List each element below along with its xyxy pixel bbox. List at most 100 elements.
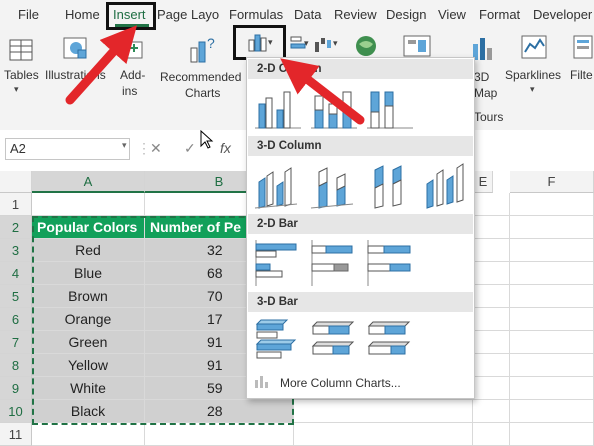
clustered-column-icon bbox=[255, 91, 301, 129]
stacked-column-icon bbox=[311, 91, 357, 129]
3d-100-stacked-bar-option[interactable] bbox=[365, 316, 415, 368]
recommended-charts-label-line1[interactable]: Recommended bbox=[160, 70, 241, 84]
empty-cell[interactable] bbox=[473, 308, 510, 331]
pivotchart-icon[interactable] bbox=[402, 34, 432, 58]
more-charts-icon[interactable] bbox=[253, 374, 271, 390]
empty-cell[interactable] bbox=[145, 423, 294, 446]
row-header-4[interactable]: 4 bbox=[0, 262, 32, 285]
3d-column-option[interactable] bbox=[421, 160, 471, 212]
3d-clustered-bar-option[interactable] bbox=[253, 316, 303, 368]
sparklines-label[interactable]: Sparklines bbox=[505, 68, 561, 82]
empty-cell[interactable] bbox=[32, 193, 145, 216]
sparklines-icon[interactable] bbox=[520, 34, 548, 60]
filters-label[interactable]: Filte bbox=[570, 68, 593, 82]
select-all-corner[interactable] bbox=[0, 171, 32, 193]
empty-cell[interactable] bbox=[510, 423, 594, 446]
recommended-charts-icon[interactable]: ? bbox=[188, 34, 218, 64]
addins-icon[interactable] bbox=[124, 38, 146, 62]
3d-stacked-column-option[interactable] bbox=[309, 160, 359, 212]
empty-cell[interactable] bbox=[473, 377, 510, 400]
tab-file[interactable]: File bbox=[18, 6, 39, 24]
slicer-icon[interactable] bbox=[572, 34, 594, 60]
100-stacked-bar-option[interactable] bbox=[365, 238, 415, 290]
empty-cell[interactable] bbox=[510, 285, 594, 308]
row-header-9[interactable]: 9 bbox=[0, 377, 32, 400]
empty-cell[interactable] bbox=[294, 423, 473, 446]
empty-cell[interactable] bbox=[294, 400, 473, 423]
stacked-column-option[interactable] bbox=[309, 82, 359, 134]
row-header-10[interactable]: 10 bbox=[0, 400, 32, 423]
empty-cell[interactable] bbox=[473, 285, 510, 308]
empty-cell[interactable] bbox=[510, 239, 594, 262]
empty-cell[interactable] bbox=[510, 331, 594, 354]
tab-home[interactable]: Home bbox=[65, 6, 100, 24]
row-header-3[interactable]: 3 bbox=[0, 239, 32, 262]
empty-cell[interactable] bbox=[473, 331, 510, 354]
empty-cell[interactable] bbox=[473, 423, 510, 446]
empty-cell[interactable] bbox=[473, 400, 510, 423]
column-header-a[interactable]: A bbox=[32, 171, 145, 193]
row-header-1[interactable]: 1 bbox=[0, 193, 32, 216]
shapes-icon[interactable] bbox=[62, 36, 90, 62]
recommended-charts-label-line2[interactable]: Charts bbox=[185, 86, 220, 100]
name-box[interactable]: A2 bbox=[5, 138, 130, 160]
more-column-charts-link[interactable]: More Column Charts... bbox=[280, 376, 401, 390]
tab-data[interactable]: Data bbox=[294, 6, 321, 24]
empty-cell[interactable] bbox=[510, 400, 594, 423]
3d-100-stacked-column-icon bbox=[374, 165, 402, 209]
empty-cell[interactable] bbox=[510, 354, 594, 377]
empty-cell[interactable] bbox=[473, 193, 510, 216]
tables-label[interactable]: Tables bbox=[4, 68, 39, 82]
tab-format[interactable]: Format bbox=[479, 6, 520, 24]
maps-globe-icon[interactable] bbox=[354, 34, 378, 58]
3d-map-label-line1[interactable]: 3D bbox=[474, 70, 489, 84]
empty-cell[interactable] bbox=[473, 262, 510, 285]
empty-cell[interactable] bbox=[32, 423, 145, 446]
chevron-down-icon[interactable]: ▾ bbox=[304, 38, 309, 49]
row-header-6[interactable]: 6 bbox=[0, 308, 32, 331]
checkmark-icon[interactable]: ✓ bbox=[184, 140, 196, 157]
chevron-down-icon[interactable]: ▾ bbox=[530, 84, 535, 95]
chevron-down-icon[interactable]: ▾ bbox=[333, 38, 338, 49]
empty-cell[interactable] bbox=[510, 262, 594, 285]
3d-100-stacked-column-option[interactable] bbox=[365, 160, 415, 212]
illustrations-label[interactable]: Illustrations bbox=[45, 68, 106, 82]
empty-cell[interactable] bbox=[473, 354, 510, 377]
chevron-down-icon[interactable]: ▾ bbox=[122, 140, 127, 151]
empty-cell[interactable] bbox=[473, 239, 510, 262]
table-icon[interactable] bbox=[8, 38, 34, 62]
clustered-column-option[interactable] bbox=[253, 82, 303, 134]
function-icon[interactable]: fx bbox=[220, 140, 231, 156]
insert-tab-highlight-box bbox=[106, 2, 156, 30]
clustered-bar-option[interactable] bbox=[253, 238, 303, 290]
empty-cell[interactable] bbox=[510, 216, 594, 239]
row-header-8[interactable]: 8 bbox=[0, 354, 32, 377]
tab-developer[interactable]: Developer bbox=[533, 6, 592, 24]
tab-formulas[interactable]: Formulas bbox=[229, 6, 283, 24]
3d-stacked-bar-option[interactable] bbox=[309, 316, 359, 368]
addins-label-line2[interactable]: ins bbox=[122, 84, 137, 98]
3d-clustered-column-option[interactable] bbox=[253, 160, 303, 212]
tab-page-layout[interactable]: Page Layo bbox=[157, 6, 219, 24]
row-header-2[interactable]: 2 bbox=[0, 216, 32, 239]
stacked-bar-option[interactable] bbox=[309, 238, 359, 290]
100-stacked-column-option[interactable] bbox=[365, 82, 415, 134]
empty-cell[interactable] bbox=[510, 308, 594, 331]
column-header-f[interactable]: F bbox=[510, 171, 594, 193]
chevron-down-icon[interactable]: ▾ bbox=[14, 84, 19, 95]
empty-cell[interactable] bbox=[473, 216, 510, 239]
empty-cell[interactable] bbox=[510, 193, 594, 216]
empty-cell[interactable] bbox=[510, 377, 594, 400]
row-header-11[interactable]: 11 bbox=[0, 423, 32, 446]
addins-label-line1[interactable]: Add- bbox=[120, 68, 145, 82]
tab-review[interactable]: Review bbox=[334, 6, 377, 24]
row-header-7[interactable]: 7 bbox=[0, 331, 32, 354]
waterfall-chart-icon[interactable] bbox=[313, 34, 335, 54]
stacked-bar-icon bbox=[311, 240, 353, 286]
tab-view[interactable]: View bbox=[438, 6, 466, 24]
cancel-icon[interactable]: ✕ bbox=[150, 140, 162, 157]
tab-design[interactable]: Design bbox=[386, 6, 426, 24]
column-header-e[interactable]: E bbox=[473, 171, 493, 193]
row-header-5[interactable]: 5 bbox=[0, 285, 32, 308]
3d-map-label-line2[interactable]: Map bbox=[474, 86, 497, 100]
